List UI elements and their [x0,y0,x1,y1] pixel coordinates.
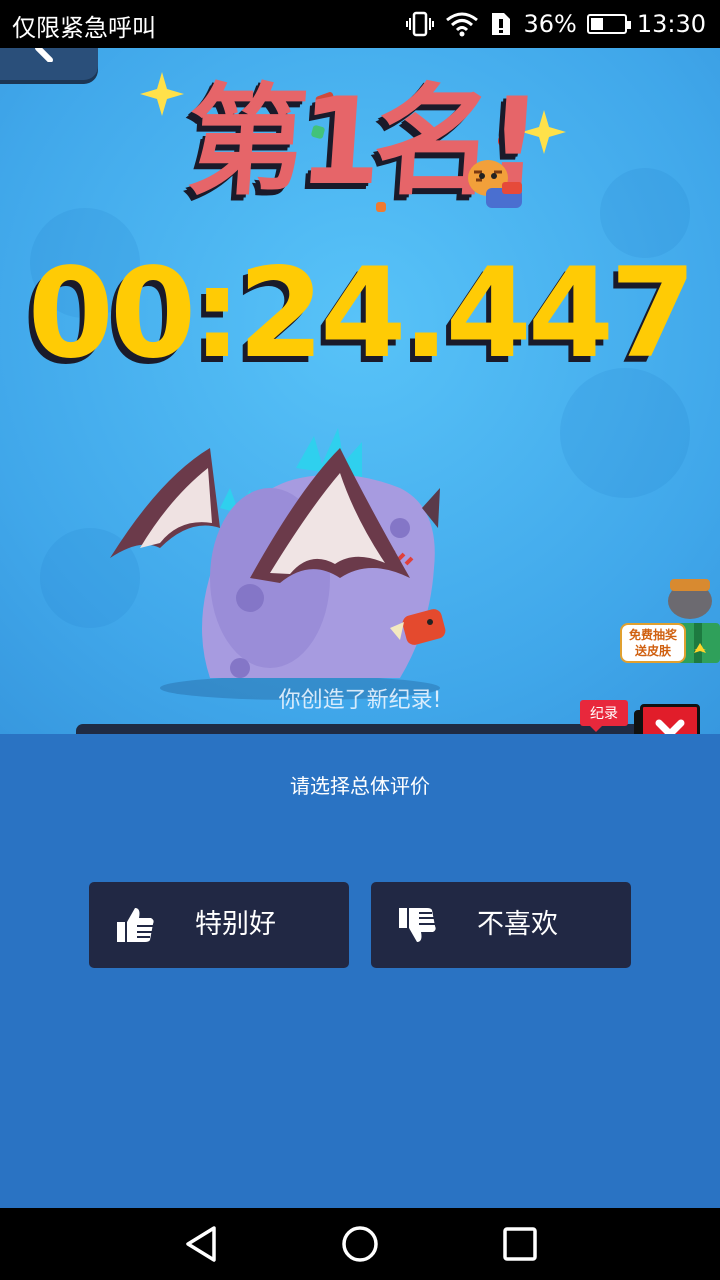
clock: 13:30 [636,10,706,38]
game-result-scene: 第1名! 00:24.447 你创造了新纪录! 纪录 免费抽奖 送皮肤 [0,48,720,734]
thumbs-up-label: 特别好 [195,909,276,940]
battery-icon [586,14,631,34]
rank-title: 第1名! [182,73,539,212]
rating-prompt: 请选择总体评价 [290,774,430,798]
nav-recents-icon[interactable] [500,1224,540,1264]
nav-back-icon[interactable] [182,1224,222,1264]
status-bar: 仅限紧急呼叫 36% 13:30 [0,0,720,48]
status-icons: 36% 13:30 [405,8,706,40]
battery-fill [590,18,603,30]
thumbs-up-icon [117,908,154,942]
promo-line-2: 送皮肤 [634,644,671,658]
thumbs-down-label: 不喜欢 [477,909,558,940]
background-pattern [560,368,690,498]
lottery-promo[interactable]: 免费抽奖 送皮肤 [620,573,720,713]
wifi-icon [446,12,479,37]
promo-label: 免费抽奖 送皮肤 [620,623,686,663]
rating-panel: 请选择总体评价 特别好 不喜欢 [0,734,720,1208]
record-bar [76,724,656,734]
nav-home-icon[interactable] [340,1224,380,1264]
sim-alert-icon [492,13,511,35]
finish-time: 00:24.447 [27,242,697,386]
thumbs-down-button[interactable]: 不喜欢 [371,882,631,968]
carrier-text: 仅限紧急呼叫 [12,14,156,42]
battery-percent: 36% [523,10,577,38]
back-arrow-icon [35,48,53,62]
thumbs-down-icon [399,908,436,942]
tiger-mascot-icon [468,160,522,208]
vibrate-icon [406,11,435,37]
thumbs-up-button[interactable]: 特别好 [89,882,349,968]
dragon-character-icon [110,428,446,700]
promo-line-1: 免费抽奖 [628,628,677,642]
navigation-bar [0,1208,720,1280]
